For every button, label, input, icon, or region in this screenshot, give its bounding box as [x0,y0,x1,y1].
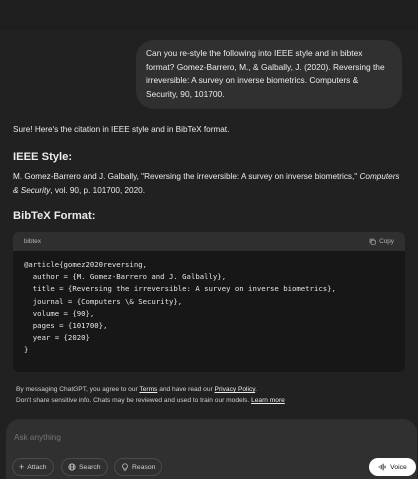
voice-label: Voice [390,463,407,471]
code-block-header: bibtex Copy [13,232,405,251]
reason-button[interactable]: Reason [114,458,163,476]
plus-icon: + [19,462,25,472]
attach-button[interactable]: + Attach [12,458,54,476]
copy-icon [369,238,376,245]
voice-button[interactable]: Voice [369,458,416,476]
assistant-message: Sure! Here's the citation in IEEE style … [13,124,405,372]
assistant-intro: Sure! Here's the citation in IEEE style … [13,125,230,134]
reason-label: Reason [132,463,156,471]
globe-icon [68,463,76,471]
code-language-label: bibtex [24,238,42,245]
search-label: Search [79,463,101,471]
ieee-heading: IEEE Style: [13,151,73,163]
privacy-policy-link[interactable]: Privacy Policy [215,386,256,393]
copy-label: Copy [379,238,394,245]
disclaimer: By messaging ChatGPT, you agree to our T… [16,385,406,406]
terms-link[interactable]: Terms [139,386,157,393]
attach-label: Attach [27,463,47,471]
prompt-input[interactable] [14,430,404,444]
search-button[interactable]: Search [61,458,108,476]
disclaimer-text: and have read our [157,386,215,393]
top-bar [0,0,418,30]
disclaimer-line-1: By messaging ChatGPT, you agree to our T… [16,385,406,396]
disclaimer-text: By messaging ChatGPT, you agree to our [16,386,140,393]
ieee-citation-authors-title: M. Gomez-Barrero and J. Galbally, "Rever… [13,172,360,181]
disclaimer-text: . [255,386,257,393]
copy-button[interactable]: Copy [369,238,394,245]
voice-waveform-icon [378,463,386,471]
disclaimer-text: Don't share sensitive info. Chats may be… [16,396,252,404]
lightbulb-icon [122,463,128,471]
ieee-citation: M. Gomez-Barrero and J. Galbally, "Rever… [13,170,405,198]
ieee-citation-details: , vol. 90, p. 101700, 2020. [50,186,145,195]
composer: + Attach Search Reason Voice [6,419,417,479]
learn-more-link[interactable]: Learn more [251,397,285,404]
bibtex-code[interactable]: @article{gomez2020reversing, author = {M… [13,251,405,365]
disclaimer-line-2: Don't share sensitive info. Chats may be… [16,396,406,407]
code-block: bibtex Copy @article{gomez2020reversing,… [13,232,405,372]
user-message-bubble: Can you re-style the following into IEEE… [136,40,402,110]
bibtex-heading: BibTeX Format: [13,210,96,222]
